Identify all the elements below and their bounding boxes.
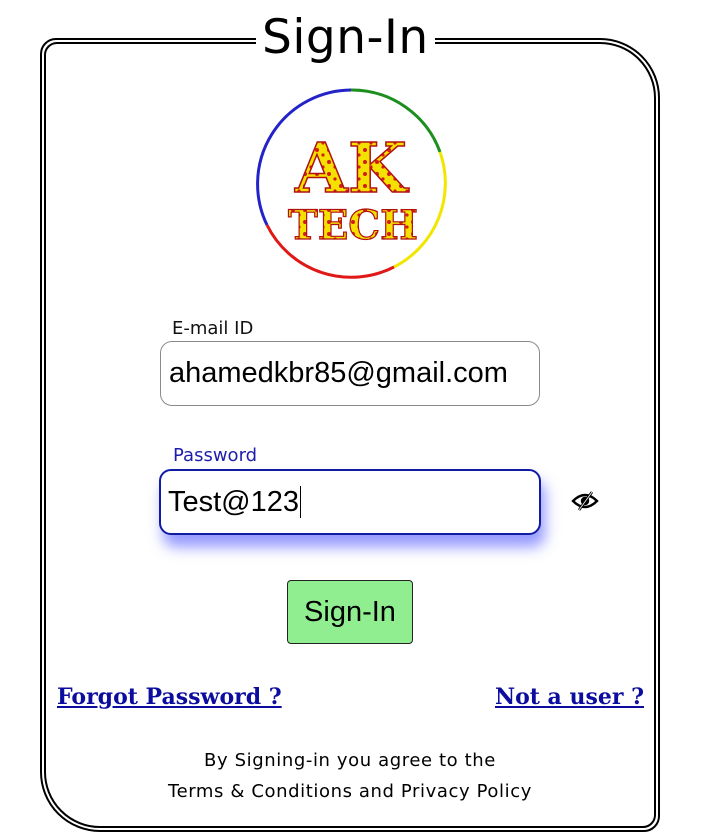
terms-notice-line-1: By Signing-in you agree to the (204, 750, 496, 771)
eye-slash-icon[interactable] (571, 490, 599, 512)
email-value: ahamedkbr85@gmail.com (169, 357, 508, 389)
password-value: Test@123 (168, 485, 300, 518)
logo-text-tech: TECH (288, 202, 418, 249)
password-label: Password (173, 445, 258, 466)
page-title: Sign-In (256, 8, 435, 68)
ak-tech-logo: AK TECH (256, 88, 447, 279)
password-field[interactable]: Test@123 (159, 469, 541, 535)
email-field[interactable]: ahamedkbr85@gmail.com (160, 341, 540, 406)
logo-text-ak: AK (294, 129, 410, 209)
email-label: E-mail ID (172, 318, 254, 339)
not-a-user-link[interactable]: Not a user ? (495, 683, 644, 711)
text-caret (300, 486, 302, 518)
sign-in-button[interactable]: Sign-In (287, 580, 413, 644)
forgot-password-link[interactable]: Forgot Password ? (57, 683, 282, 711)
terms-notice-line-2: Terms & Conditions and Privacy Policy (168, 781, 532, 802)
